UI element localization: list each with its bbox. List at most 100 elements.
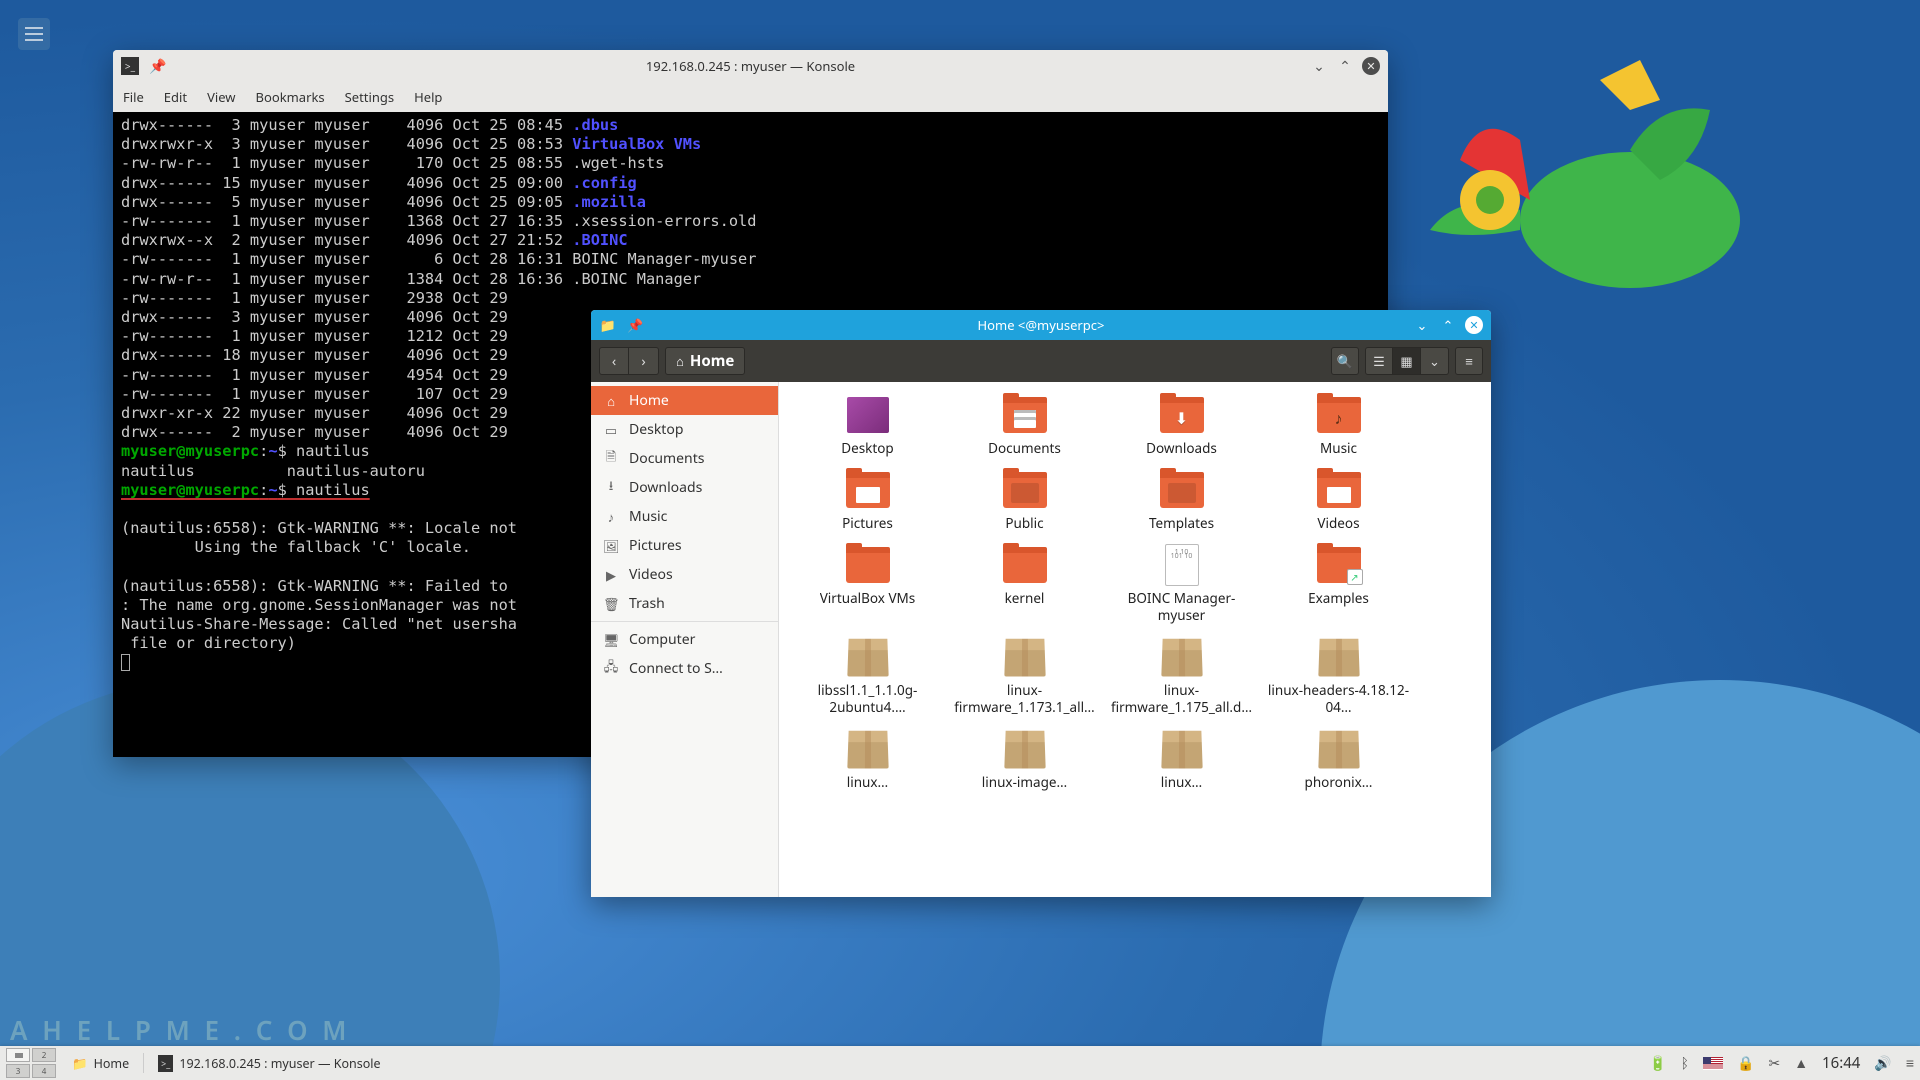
forward-button[interactable]: › [629,347,659,375]
terminal-icon: >_ [121,57,139,75]
folder-icon [1001,469,1049,511]
panel-menu-icon[interactable]: ≡ [1906,1054,1914,1073]
menu-settings[interactable]: Settings [345,88,394,106]
grid-view-button[interactable]: ▦ [1393,347,1421,375]
file-item[interactable]: libssl1.1_1.1.0g-2ubuntu4.… [789,636,946,716]
package-icon [1158,636,1206,678]
path-home-button[interactable]: ⌂ Home [665,347,745,375]
hamburger-menu-button[interactable]: ≡ [1455,347,1483,375]
sidebar-item-connect-to-s-[interactable]: 🖧Connect to S… [591,654,778,683]
file-item[interactable]: linux-firmware_1.173.1_all… [946,636,1103,716]
taskbar-task[interactable]: 📁Home [62,1050,139,1076]
sidebar-item-label: Trash [629,594,665,613]
sidebar-item-computer[interactable]: 🖥Computer [591,625,778,654]
file-item[interactable]: Pictures [789,469,946,532]
menu-file[interactable]: File [123,88,144,106]
documents-icon: 🗎 [603,447,619,470]
taskbar-task[interactable]: >_192.168.0.245 : myuser — Konsole [148,1050,390,1076]
nautilus-toolbar: ‹ › ⌂ Home 🔍 ☰ ▦ ⌄ ≡ [591,340,1491,382]
keyboard-layout-icon[interactable] [1703,1057,1723,1070]
taskbar: 3 2 4 📁Home >_192.168.0.245 : myuser — Ko… [0,1046,1920,1080]
file-item[interactable]: phoronix… [1260,728,1417,791]
package-icon [1001,636,1049,678]
pager-desktop-4[interactable]: 4 [32,1064,56,1078]
file-item[interactable]: Public [946,469,1103,532]
pin-icon[interactable]: 📌 [149,57,166,76]
package-icon [1315,636,1363,678]
sidebar-item-home[interactable]: ⌂ Home [591,386,778,415]
back-button[interactable]: ‹ [599,347,629,375]
lock-icon[interactable]: 🔒 [1737,1054,1754,1073]
sidebar-item-desktop[interactable]: ▭Desktop [591,415,778,444]
close-button[interactable]: ✕ [1465,316,1483,334]
sidebar-item-label: Downloads [629,478,702,497]
tray-expand-icon[interactable]: ▲ [1794,1054,1808,1073]
terminal-icon: >_ [158,1055,173,1072]
maximize-button[interactable]: ⌃ [1336,57,1354,75]
menu-help[interactable]: Help [414,88,442,106]
minimize-button[interactable]: ⌄ [1413,316,1431,334]
file-label: linux-headers-4.18.12-04… [1264,682,1414,716]
file-label: libssl1.1_1.1.0g-2ubuntu4.… [793,682,943,716]
task-label: Home [94,1055,130,1072]
pager-desktop-3[interactable]: 3 [6,1064,30,1078]
menu-bookmarks[interactable]: Bookmarks [256,88,325,106]
konsole-menubar: File Edit View Bookmarks Settings Help [113,82,1388,112]
file-item[interactable]: linux… [1103,728,1260,791]
list-view-button[interactable]: ☰ [1365,347,1393,375]
file-item[interactable]: linux-headers-4.18.12-04… [1260,636,1417,716]
folder-icon [844,469,892,511]
menu-edit[interactable]: Edit [164,88,187,106]
file-item[interactable]: Examples [1260,544,1417,624]
view-options-button[interactable]: ⌄ [1421,347,1449,375]
home-icon: ⌂ [676,352,684,370]
volume-icon[interactable]: 🔊 [1874,1054,1891,1073]
file-label: Videos [1317,515,1359,532]
sidebar-item-label: Videos [629,565,673,584]
folder-icon [1158,394,1206,436]
sidebar-item-label: Music [629,507,667,526]
sidebar-item-trash[interactable]: 🗑 Trash [591,589,778,618]
file-item[interactable]: Music [1260,394,1417,457]
battery-icon[interactable]: 🔋 [1649,1054,1666,1073]
file-item[interactable]: linux-firmware_1.175_all.d… [1103,636,1260,716]
minimize-button[interactable]: ⌄ [1310,57,1328,75]
file-item[interactable]: linux-image… [946,728,1103,791]
clock[interactable]: 16:44 [1822,1053,1860,1073]
konsole-titlebar[interactable]: >_ 📌 192.168.0.245 : myuser — Konsole ⌄ … [113,50,1388,82]
file-item[interactable]: kernel [946,544,1103,624]
file-item[interactable]: Documents [946,394,1103,457]
folder-icon [844,394,892,436]
sidebar-item-downloads[interactable]: ⭳Downloads [591,473,778,502]
pager-desktop-1[interactable] [6,1048,30,1062]
file-item[interactable]: Videos [1260,469,1417,532]
sidebar-item-label: Home [629,391,669,410]
file-item[interactable]: VirtualBox VMs [789,544,946,624]
home-icon: ⌂ [603,392,619,410]
trash-icon: 🗑 [603,595,619,613]
file-grid[interactable]: DesktopDocumentsDownloadsMusic PicturesPu… [779,382,1491,897]
bluetooth-icon[interactable]: ᛒ [1681,1054,1689,1073]
menu-view[interactable]: View [207,88,235,106]
sidebar-item-pictures[interactable]: 🖼Pictures [591,531,778,560]
file-item[interactable]: linux… [789,728,946,791]
search-button[interactable]: 🔍 [1331,347,1359,375]
pager-desktop-2[interactable]: 2 [32,1048,56,1062]
clipboard-icon[interactable]: ✂ [1768,1054,1780,1073]
desktop-pager[interactable]: 3 2 4 [6,1048,56,1078]
package-icon [844,728,892,770]
file-label: linux-image… [982,774,1067,791]
file-item[interactable]: 1 10 101 10BOINC Manager-myuser [1103,544,1260,624]
file-item[interactable]: Templates [1103,469,1260,532]
file-item[interactable]: Desktop [789,394,946,457]
file-item[interactable]: Downloads [1103,394,1260,457]
close-button[interactable]: ✕ [1362,57,1380,75]
sidebar-item-music[interactable]: ♪Music [591,502,778,531]
nautilus-titlebar[interactable]: 📁 📌 Home <@myuserpc> ⌄ ⌃ ✕ [591,310,1491,340]
sidebar-item-label: Documents [629,449,704,468]
pin-icon[interactable]: 📌 [627,316,643,334]
sidebar-item-videos[interactable]: ▶Videos [591,560,778,589]
sidebar-item-documents[interactable]: 🗎 Documents [591,444,778,473]
application-launcher-icon[interactable] [18,18,50,50]
maximize-button[interactable]: ⌃ [1439,316,1457,334]
